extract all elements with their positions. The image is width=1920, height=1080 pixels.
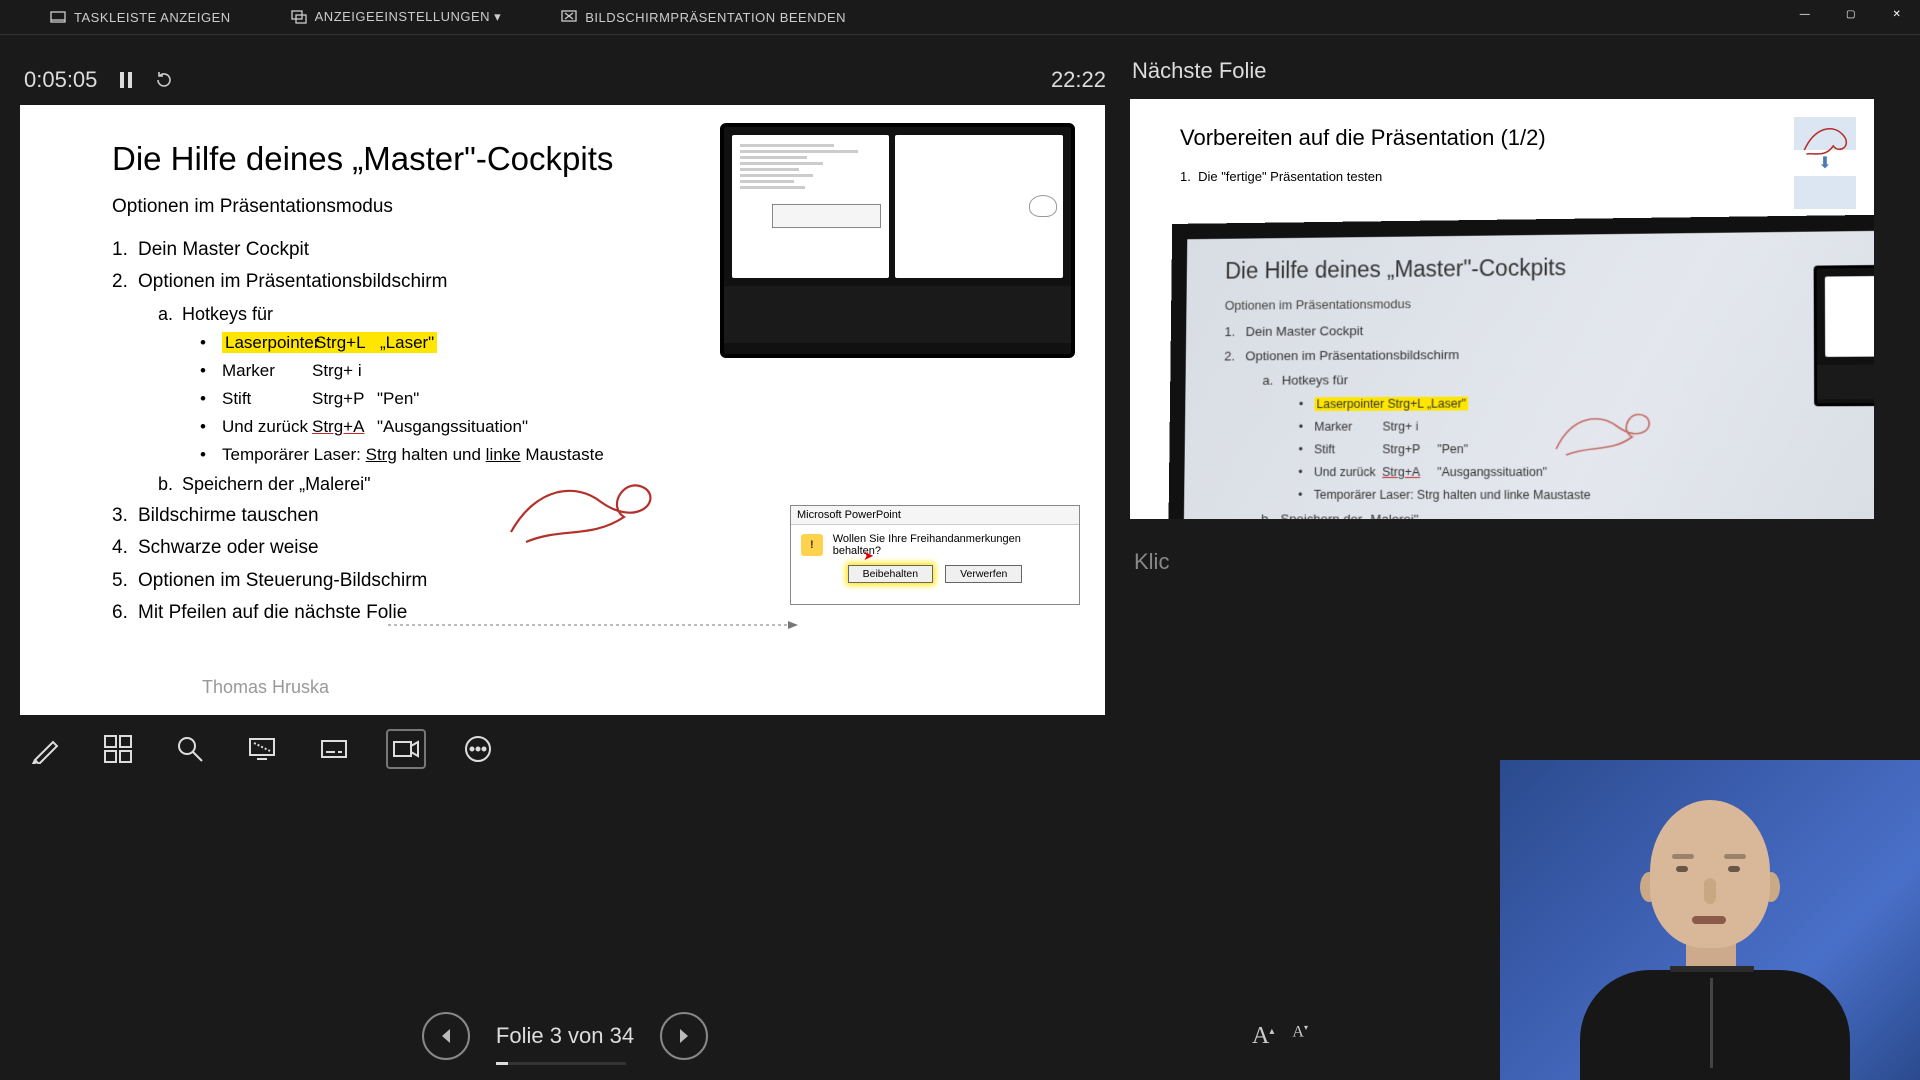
slide-progress-bar: [496, 1062, 626, 1065]
increase-font-button[interactable]: A▴: [1252, 1023, 1274, 1050]
timer-row: 0:05:05 22:22: [20, 55, 1110, 105]
slide-count-label: Folie 3 von 34: [496, 1023, 634, 1049]
show-taskbar-button[interactable]: TASKLEISTE ANZEIGEN: [50, 9, 231, 25]
diagram-thumbnail: ⬇: [1794, 117, 1856, 209]
restart-timer-button[interactable]: [155, 71, 173, 89]
more-options-button[interactable]: [458, 729, 498, 769]
list-item: StiftStrg+P"Pen": [222, 385, 1045, 413]
dialog-title: Microsoft PowerPoint: [791, 506, 1079, 525]
slide-navigation: Folie 3 von 34: [0, 1012, 1130, 1060]
taskbar-icon: [50, 9, 66, 25]
brain-icon: [1029, 195, 1057, 217]
presenter-left-panel: 0:05:05 22:22 Die Hilfe deines „Master"-…: [0, 35, 1130, 1080]
photo-monitor: Die Hilfe deines „Master"-Cockpits Optio…: [1166, 214, 1874, 519]
end-presentation-label: BILDSCHIRMPRÄSENTATION BEENDEN: [585, 10, 846, 25]
list-item: Temporärer Laser: Strg halten und linke …: [222, 441, 1045, 469]
list-item: Temporärer Laser: Strg halten und linke …: [1314, 484, 1860, 508]
zoom-button[interactable]: [170, 729, 210, 769]
list-item: Und zurückStrg+A"Ausgangssituation": [1314, 461, 1860, 484]
cursor-icon: ➤: [863, 548, 874, 564]
see-all-slides-button[interactable]: [98, 729, 138, 769]
list-item: Und zurückStrg+A"Ausgangssituation": [222, 413, 1045, 441]
slide-author: Thomas Hruska: [202, 677, 1045, 698]
decrease-font-button[interactable]: A▾: [1292, 1023, 1308, 1050]
window-controls: — ▢ ✕: [1782, 0, 1920, 28]
pause-button[interactable]: [117, 71, 135, 89]
next-slide-title: Vorbereiten auf die Präsentation (1/2): [1180, 125, 1844, 151]
dialog-discard-button[interactable]: Verwerfen: [945, 565, 1022, 583]
dialog-keep-button[interactable]: Beibehalten: [848, 565, 933, 583]
next-slide-list: 1. Die "fertige" Präsentation testen: [1180, 169, 1844, 184]
next-slide-button[interactable]: [660, 1012, 708, 1060]
display-settings-label: ANZEIGEEINSTELLUNGEN ▾: [315, 9, 502, 25]
annotation-arrow: [388, 617, 798, 619]
elapsed-time: 0:05:05: [24, 67, 97, 93]
maximize-button[interactable]: ▢: [1828, 0, 1874, 28]
top-menu-bar: TASKLEISTE ANZEIGEN ANZEIGEEINSTELLUNGEN…: [0, 0, 1920, 35]
current-clock-time: 22:22: [1051, 67, 1106, 93]
show-taskbar-label: TASKLEISTE ANZEIGEN: [74, 10, 231, 25]
pen-tool-button[interactable]: [26, 729, 66, 769]
photo-mini-monitor: [1814, 263, 1874, 406]
subtitle-button[interactable]: [314, 729, 354, 769]
list-item-label: Hotkeys für: [182, 304, 273, 324]
list-item: MarkerStrg+ i: [222, 357, 1045, 385]
annotation-swirl: [506, 477, 671, 547]
next-slide-label: Nächste Folie: [1130, 53, 1900, 89]
font-size-controls: A▴ A▾: [1252, 1023, 1308, 1050]
presenter-tools: [20, 715, 1110, 783]
end-presentation-button[interactable]: BILDSCHIRMPRÄSENTATION BEENDEN: [561, 9, 846, 25]
previous-slide-button[interactable]: [422, 1012, 470, 1060]
notes-placeholder[interactable]: Klic: [1130, 549, 1900, 575]
display-settings-button[interactable]: ANZEIGEEINSTELLUNGEN ▾: [291, 9, 502, 25]
powerpoint-dialog: Microsoft PowerPoint ! Wollen Sie Ihre F…: [790, 505, 1080, 605]
close-button[interactable]: ✕: [1874, 0, 1920, 28]
list-item: Speichern der „Malerei": [1261, 507, 1860, 519]
camera-button[interactable]: [386, 729, 426, 769]
warning-icon: !: [801, 534, 823, 556]
photo-annotation-swirl: [1552, 409, 1662, 459]
photo-slide-title: Die Hilfe deines „Master"-Cockpits: [1225, 251, 1859, 284]
black-screen-button[interactable]: [242, 729, 282, 769]
photo-slide-subtitle: Optionen im Präsentationsmodus: [1225, 292, 1859, 312]
monitor-graphic: [720, 123, 1075, 358]
list-item: Optionen im Präsentationsbildschirm Hotk…: [1222, 341, 1859, 519]
current-slide[interactable]: Die Hilfe deines „Master"-Cockpits Optio…: [20, 105, 1105, 715]
end-presentation-icon: [561, 9, 577, 25]
display-settings-icon: [291, 9, 307, 25]
next-slide-preview[interactable]: Vorbereiten auf die Präsentation (1/2) 1…: [1130, 99, 1874, 519]
presenter-camera[interactable]: [1500, 760, 1920, 1080]
minimize-button[interactable]: —: [1782, 0, 1828, 28]
list-item-label: Optionen im Präsentationsbildschirm: [138, 271, 447, 292]
